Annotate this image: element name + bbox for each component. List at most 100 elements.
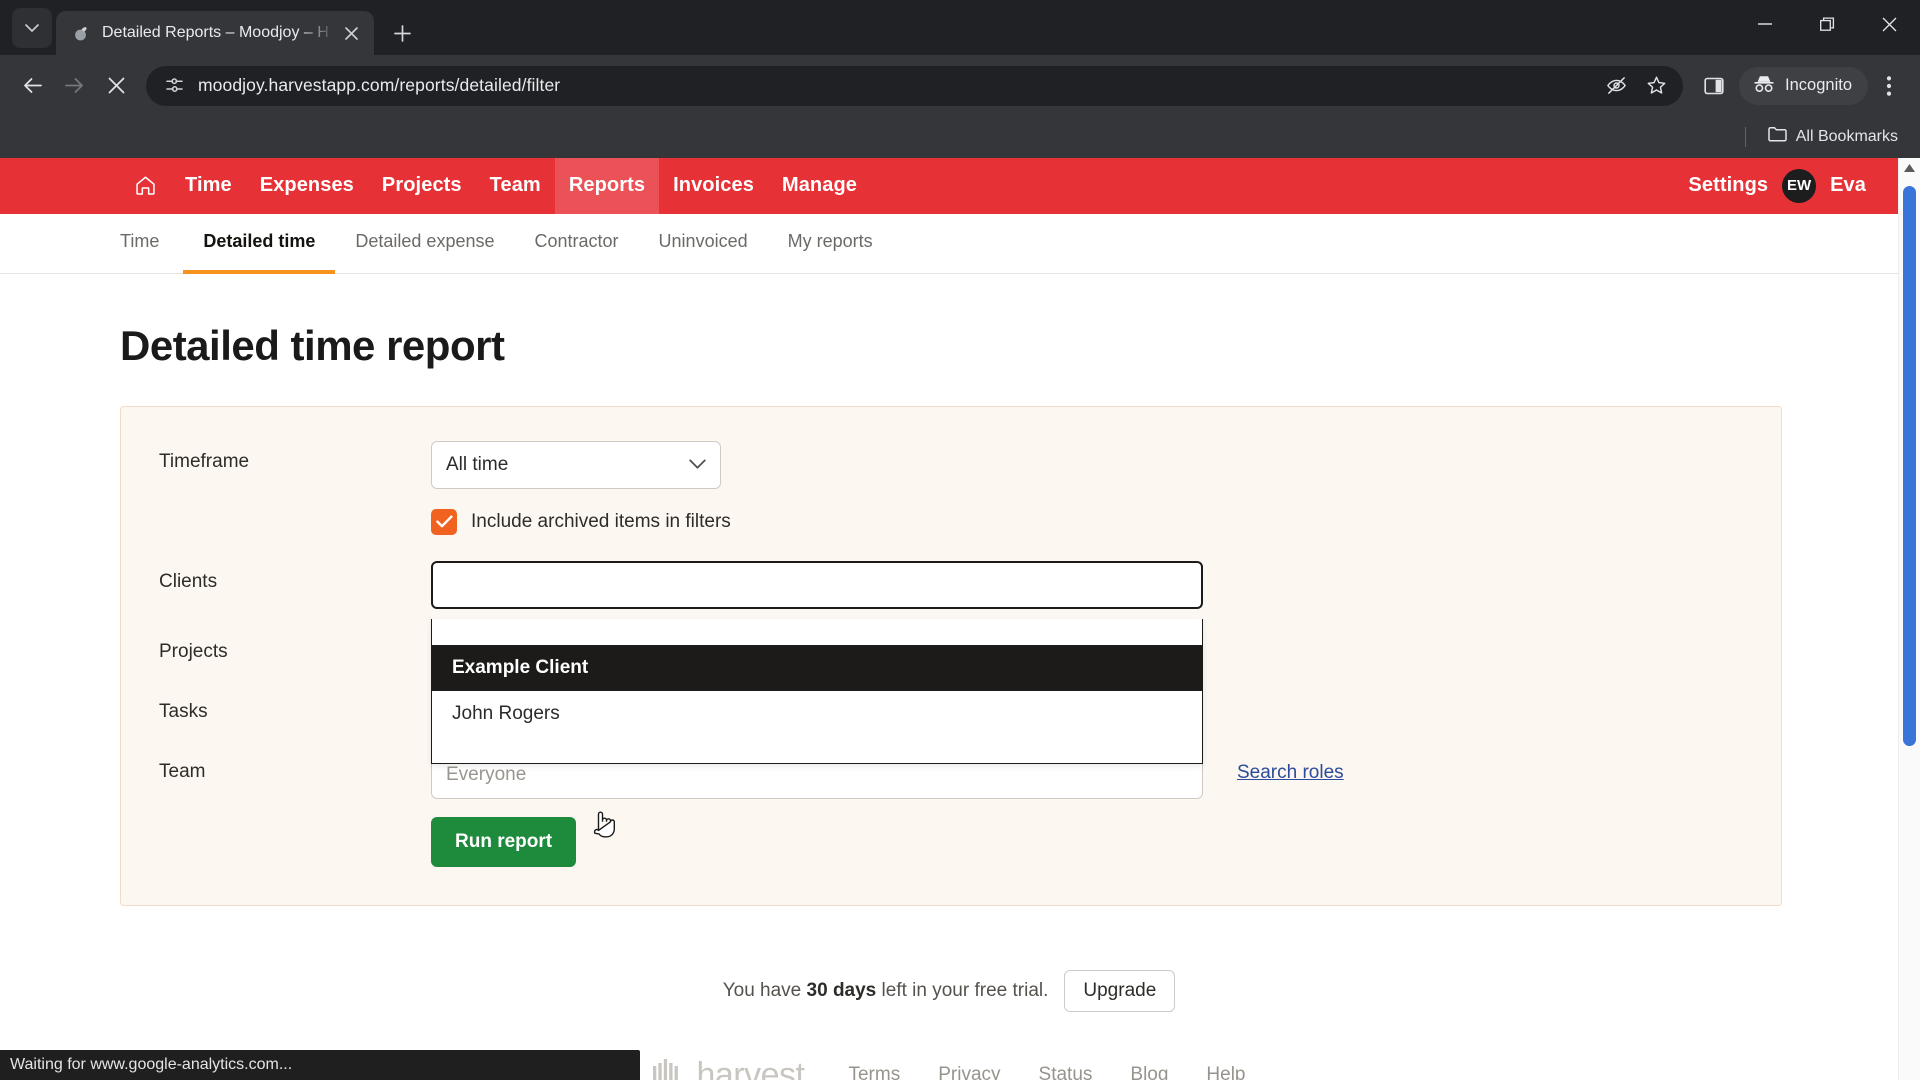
address-bar[interactable]: moodjoy.harvestapp.com/reports/detailed/… bbox=[146, 65, 1684, 106]
nav-item-time[interactable]: Time bbox=[171, 158, 246, 214]
harvest-main-nav: Time Expenses Projects Team Reports Invo… bbox=[0, 157, 1898, 214]
filter-row-clients: Clients Example Client John Rogers bbox=[159, 560, 1743, 764]
clients-dropdown: Example Client John Rogers bbox=[431, 618, 1203, 764]
page-title: Detailed time report bbox=[120, 321, 505, 369]
tab-detailed-expense[interactable]: Detailed expense bbox=[335, 214, 514, 274]
nav-item-manage[interactable]: Manage bbox=[768, 158, 871, 214]
bookmarks-divider bbox=[1744, 126, 1746, 147]
folder-icon bbox=[1768, 126, 1787, 147]
status-bar: Waiting for www.google-analytics.com... bbox=[0, 1050, 640, 1080]
all-bookmarks-button[interactable]: All Bookmarks bbox=[1760, 121, 1906, 152]
avatar[interactable]: EW bbox=[1782, 168, 1817, 203]
filter-panel: Timeframe All time Include archived item… bbox=[120, 405, 1782, 906]
window-close-button[interactable] bbox=[1858, 0, 1920, 48]
back-button[interactable] bbox=[12, 66, 52, 106]
dropdown-bottom-spacer bbox=[432, 737, 1202, 763]
browser-toolbar: moodjoy.harvestapp.com/reports/detailed/… bbox=[0, 55, 1920, 117]
stop-loading-button[interactable] bbox=[96, 66, 136, 106]
include-archived-checkbox[interactable] bbox=[431, 508, 457, 535]
filter-row-team: Team Search roles Run report bbox=[159, 750, 1743, 867]
scroll-up-arrow-icon[interactable] bbox=[1899, 158, 1920, 178]
search-roles-link[interactable]: Search roles bbox=[1237, 762, 1344, 784]
timeframe-label: Timeframe bbox=[159, 450, 250, 472]
filter-row-timeframe: Timeframe All time Include archived item… bbox=[159, 440, 1743, 549]
harvest-app: Time Expenses Projects Team Reports Invo… bbox=[0, 157, 1898, 1080]
clients-option-example-client[interactable]: Example Client bbox=[432, 644, 1202, 691]
incognito-label: Incognito bbox=[1785, 76, 1852, 95]
footer-link-blog[interactable]: Blog bbox=[1130, 1064, 1168, 1080]
clients-combobox: Example Client John Rogers bbox=[431, 560, 1203, 764]
browser-window: Detailed Reports – Moodjoy – H moodjoy.h… bbox=[0, 0, 1920, 1080]
tab-detailed-time[interactable]: Detailed time bbox=[183, 214, 336, 274]
home-icon[interactable] bbox=[120, 158, 171, 214]
chevron-down-icon bbox=[689, 459, 706, 470]
harvest-favicon-icon bbox=[70, 23, 90, 43]
archived-checkbox-row: Include archived items in filters bbox=[431, 508, 1743, 535]
nav-item-projects[interactable]: Projects bbox=[368, 158, 476, 214]
page-scrollbar[interactable] bbox=[1898, 157, 1920, 1080]
footer-link-status[interactable]: Status bbox=[1039, 1064, 1093, 1080]
tab-time[interactable]: Time bbox=[120, 214, 183, 274]
team-label: Team bbox=[159, 760, 206, 782]
trial-notice: You have 30 days left in your free trial… bbox=[120, 969, 1778, 1012]
nav-item-expenses[interactable]: Expenses bbox=[246, 158, 368, 214]
trial-text-suffix: left in your free trial. bbox=[876, 979, 1049, 1001]
tab-search-button[interactable] bbox=[12, 8, 52, 49]
tab-title: Detailed Reports – Moodjoy – H bbox=[102, 24, 329, 42]
harvest-logo: harvest bbox=[652, 1055, 805, 1080]
new-tab-button[interactable] bbox=[384, 15, 420, 51]
clients-control: Example Client John Rogers bbox=[431, 560, 1743, 764]
run-report-button[interactable]: Run report bbox=[431, 816, 577, 867]
nav-item-team[interactable]: Team bbox=[476, 158, 555, 214]
team-control: Search roles Run report bbox=[431, 750, 1743, 867]
timeframe-select[interactable]: All time bbox=[431, 440, 721, 489]
page-content: Detailed time report Timeframe All time bbox=[0, 274, 1898, 1080]
incognito-indicator[interactable]: Incognito bbox=[1739, 66, 1868, 105]
clients-option-john-rogers[interactable]: John Rogers bbox=[432, 691, 1202, 737]
tab-uninvoiced[interactable]: Uninvoiced bbox=[639, 214, 768, 274]
side-panel-icon[interactable] bbox=[1695, 67, 1733, 105]
three-dot-menu-icon[interactable] bbox=[1870, 67, 1908, 105]
upgrade-button[interactable]: Upgrade bbox=[1064, 969, 1176, 1012]
trial-text-prefix: You have bbox=[722, 979, 807, 1001]
footer-link-terms[interactable]: Terms bbox=[848, 1064, 900, 1080]
nav-item-settings[interactable]: Settings bbox=[1688, 174, 1768, 197]
window-controls bbox=[1734, 0, 1920, 48]
tab-my-reports[interactable]: My reports bbox=[768, 214, 893, 274]
nav-item-invoices[interactable]: Invoices bbox=[659, 158, 768, 214]
harvest-logo-text: harvest bbox=[696, 1055, 805, 1080]
clients-label: Clients bbox=[159, 570, 218, 592]
page-viewport: Time Expenses Projects Team Reports Invo… bbox=[0, 157, 1920, 1080]
forward-button[interactable] bbox=[54, 66, 94, 106]
maximize-restore-button[interactable] bbox=[1796, 0, 1858, 48]
timeframe-value: All time bbox=[446, 453, 509, 475]
include-archived-label: Include archived items in filters bbox=[471, 510, 731, 532]
browser-tab[interactable]: Detailed Reports – Moodjoy – H bbox=[56, 11, 374, 56]
tasks-label: Tasks bbox=[159, 700, 208, 722]
dropdown-spacer bbox=[432, 619, 1202, 645]
omnibox-actions bbox=[1597, 67, 1675, 105]
timeframe-control: All time Include archived items in filte… bbox=[431, 440, 1743, 549]
eye-slash-icon[interactable] bbox=[1597, 67, 1635, 105]
footer-link-help[interactable]: Help bbox=[1206, 1064, 1245, 1080]
tab-close-icon[interactable] bbox=[338, 20, 364, 46]
clients-input[interactable] bbox=[431, 560, 1203, 609]
nav-user-name[interactable]: Eva bbox=[1830, 174, 1866, 197]
page-info-icon[interactable] bbox=[160, 72, 188, 100]
harvest-bars-icon bbox=[652, 1058, 686, 1080]
tab-strip: Detailed Reports – Moodjoy – H bbox=[0, 0, 1920, 56]
minimize-button[interactable] bbox=[1734, 0, 1796, 48]
incognito-icon bbox=[1752, 74, 1776, 98]
nav-user-area: Settings EW Eva bbox=[1688, 168, 1876, 203]
all-bookmarks-label: All Bookmarks bbox=[1795, 127, 1898, 145]
nav-item-reports[interactable]: Reports bbox=[554, 157, 660, 214]
url-text[interactable]: moodjoy.harvestapp.com/reports/detailed/… bbox=[198, 75, 1587, 96]
nav-links: Time Expenses Projects Team Reports Invo… bbox=[120, 157, 871, 214]
trial-text: You have 30 days left in your free trial… bbox=[723, 980, 1049, 1002]
footer-link-privacy[interactable]: Privacy bbox=[938, 1064, 1000, 1080]
bookmarks-bar: All Bookmarks bbox=[0, 116, 1920, 158]
projects-label: Projects bbox=[159, 640, 228, 662]
tab-contractor[interactable]: Contractor bbox=[515, 214, 639, 274]
scrollbar-thumb[interactable] bbox=[1903, 185, 1916, 746]
star-icon[interactable] bbox=[1637, 67, 1675, 105]
